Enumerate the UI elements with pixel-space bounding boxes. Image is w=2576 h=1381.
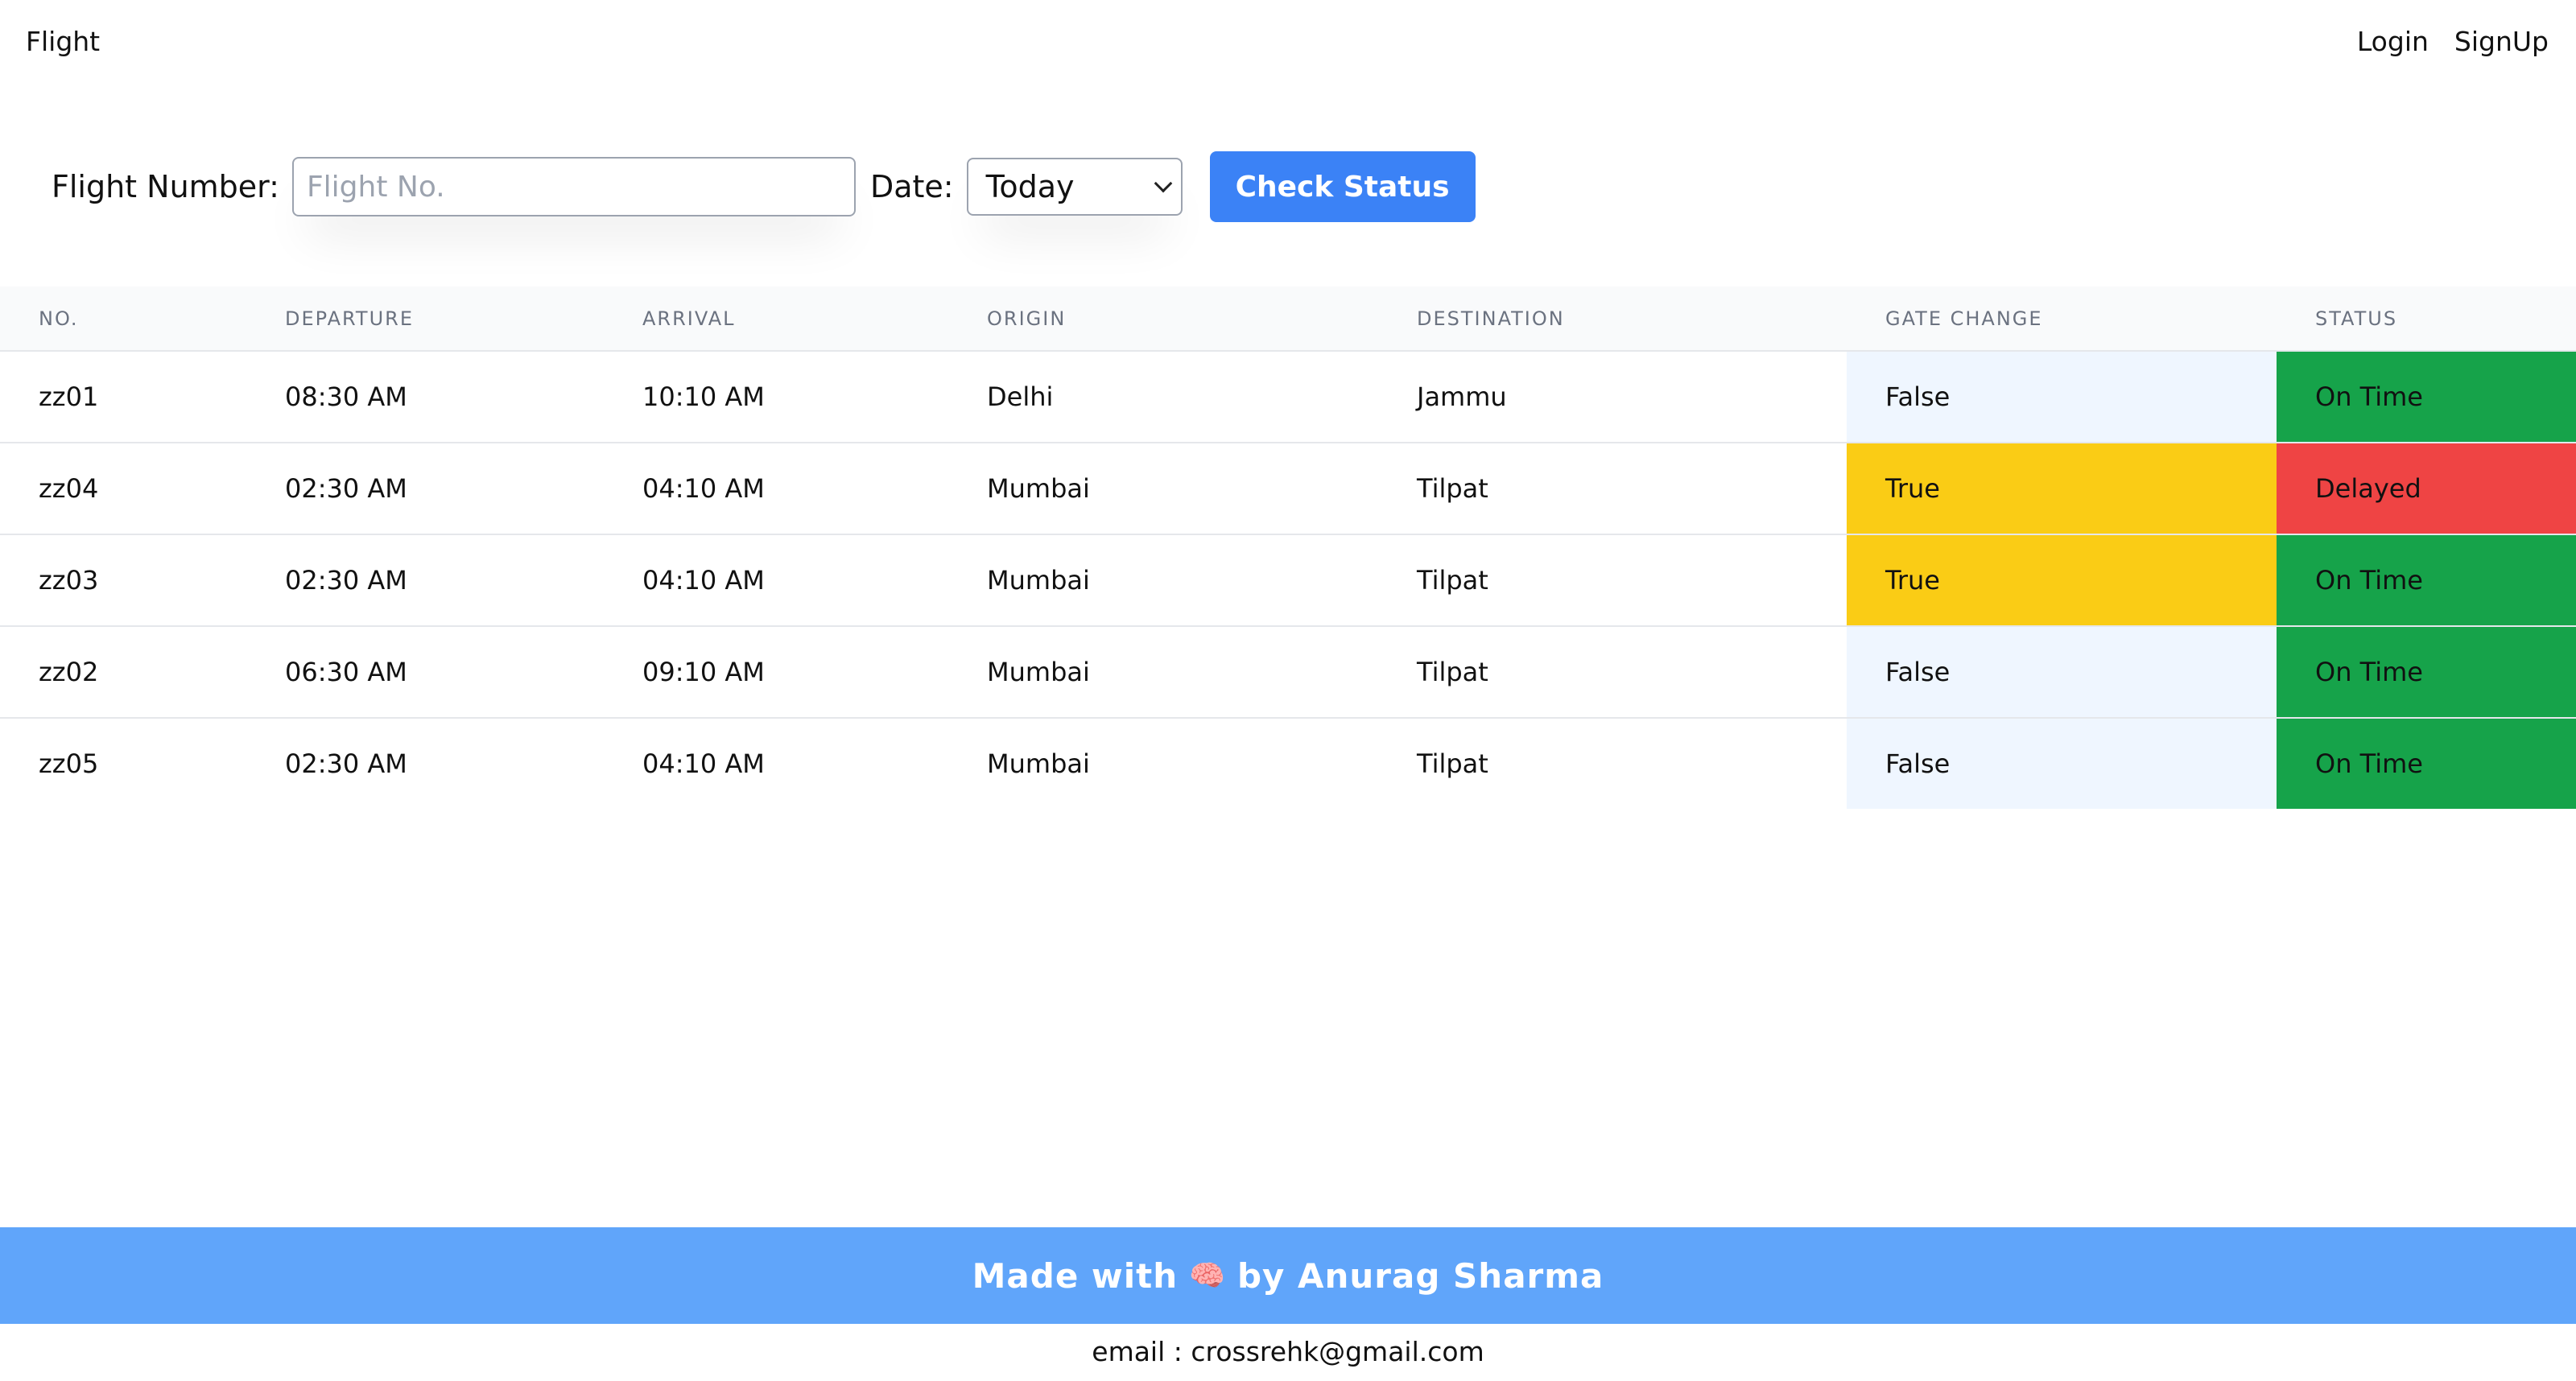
flight-number-label: Flight Number: [52, 169, 279, 204]
cell-destination: Tilpat [1417, 443, 1847, 535]
cell-origin: Mumbai [987, 748, 1090, 779]
cell-destination: Tilpat [1417, 626, 1847, 719]
flights-table: NO. DEPARTURE ARRIVAL ORIGIN DESTINATION… [0, 287, 2576, 809]
cell-no: zz01 [0, 351, 285, 443]
cell-no: zz02 [0, 626, 285, 719]
flight-number-input[interactable] [291, 157, 856, 216]
footer-email: email : crossrehk@gmail.com [1092, 1336, 1484, 1367]
cell-status: On Time [2277, 718, 2576, 809]
cell-origin: Mumbai [987, 626, 1417, 719]
cell-status: On Time [2277, 351, 2576, 443]
cell-destination: Jammu [1417, 351, 1847, 443]
cell-gate-change: True [1847, 534, 2277, 627]
date-select[interactable]: Today [966, 158, 1183, 216]
cell-departure: 08:30 AM [285, 351, 642, 443]
nav-links: Login SignUp [2357, 24, 2549, 60]
footer-made-with: Made with [972, 1255, 1179, 1296]
cell-arrival: 04:10 AM [642, 534, 987, 627]
search-form: Flight Number: Date: Today Check Status [52, 151, 1476, 222]
cell-departure: 02:30 AM [285, 748, 407, 779]
cell-departure: 02:30 AM [285, 534, 642, 627]
nav-brand[interactable]: Flight [26, 24, 100, 60]
cell-departure: 02:30 AM [285, 443, 642, 535]
table-row: zz02 06:30 AM 09:10 AM Mumbai Tilpat Fal… [0, 626, 2576, 719]
cell-arrival: 10:10 AM [642, 351, 987, 443]
cell-destination: Tilpat [1417, 748, 1488, 779]
cell-departure: 06:30 AM [285, 626, 642, 719]
header-destination: DESTINATION [1417, 287, 1847, 352]
cell-gate-change: True [1847, 443, 2277, 535]
header-no: NO. [0, 287, 285, 352]
cell-status: On Time [2277, 534, 2576, 627]
table-body: zz01 08:30 AM 10:10 AM Delhi Jammu False… [0, 351, 2576, 809]
login-link[interactable]: Login [2357, 24, 2429, 60]
cell-no: zz03 [0, 534, 285, 627]
date-label: Date: [869, 169, 954, 204]
date-select-value: Today [985, 169, 1075, 204]
footer-author: by Anurag Sharma [1236, 1255, 1604, 1296]
table-header: NO. DEPARTURE ARRIVAL ORIGIN DESTINATION… [0, 287, 2576, 352]
table-row: zz04 02:30 AM 04:10 AM Mumbai Tilpat Tru… [0, 443, 2576, 535]
cell-gate-change: False [1847, 351, 2277, 443]
header-departure: DEPARTURE [285, 287, 642, 352]
cell-status: On Time [2277, 626, 2576, 719]
table-row: zz05 02:30 AM 04:10 AM Mumbai Tilpat Fal… [0, 718, 2576, 809]
cell-gate-change: False [1847, 718, 2277, 809]
cell-status: Delayed [2277, 443, 2576, 535]
page: Flight Login SignUp Flight Number: Date:… [0, 0, 2576, 1381]
cell-origin: Delhi [987, 351, 1417, 443]
cell-gate-change: False [1847, 626, 2277, 719]
header-status: STATUS [2277, 287, 2576, 352]
cell-arrival: 09:10 AM [642, 626, 987, 719]
cell-no: zz04 [0, 443, 285, 535]
header-origin: ORIGIN [987, 287, 1417, 352]
header-arrival: ARRIVAL [642, 287, 987, 352]
cell-arrival: 04:10 AM [642, 443, 987, 535]
chevron-down-icon [1154, 174, 1172, 193]
brain-icon: 🧠 [1189, 1259, 1226, 1292]
signup-link[interactable]: SignUp [2454, 24, 2549, 60]
cell-origin: Mumbai [987, 534, 1417, 627]
table-row: zz03 02:30 AM 04:10 AM Mumbai Tilpat Tru… [0, 534, 2576, 627]
cell-no: zz05 [39, 748, 99, 779]
cell-origin: Mumbai [987, 443, 1417, 535]
cell-destination: Tilpat [1417, 534, 1847, 627]
table-row: zz01 08:30 AM 10:10 AM Delhi Jammu False… [0, 351, 2576, 443]
check-status-button[interactable]: Check Status [1209, 151, 1476, 222]
footer-bar: Made with 🧠 by Anurag Sharma [0, 1227, 2576, 1324]
header-gate-change: GATE CHANGE [1847, 287, 2277, 352]
cell-arrival: 04:10 AM [642, 748, 765, 779]
